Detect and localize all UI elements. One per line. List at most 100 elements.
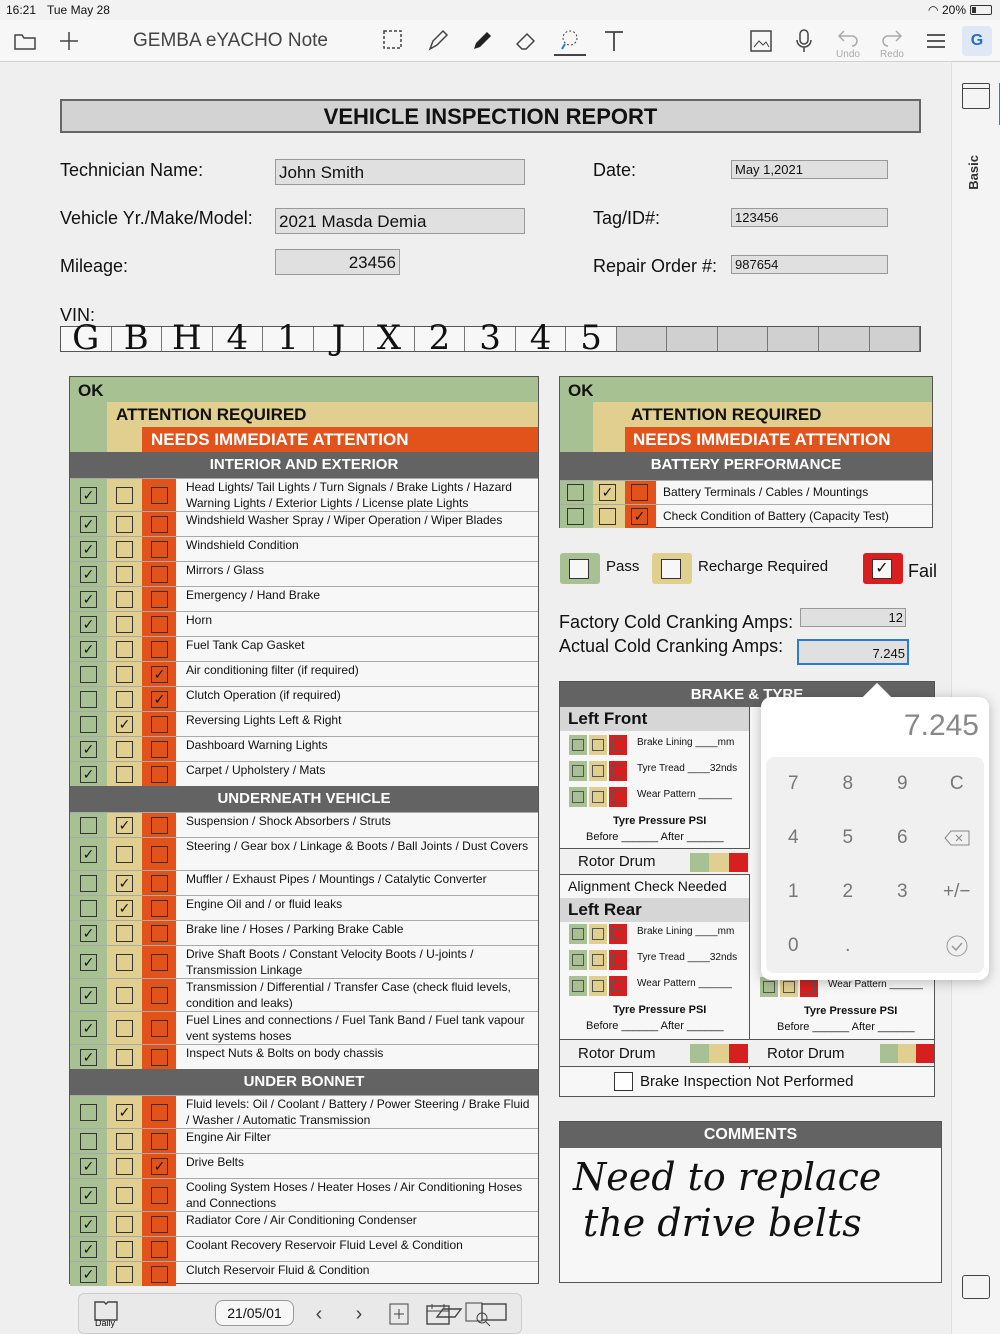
keypad-key[interactable]: 7 — [766, 757, 821, 811]
ok-checkbox[interactable]: ✓ — [80, 1157, 97, 1175]
keypad-key[interactable]: 2 — [821, 865, 876, 919]
ok-checkbox[interactable]: ✓ — [80, 1048, 97, 1066]
vin-box[interactable] — [667, 327, 718, 351]
pass-swatch[interactable] — [560, 553, 600, 584]
vin-box[interactable]: X — [364, 321, 415, 355]
attention-checkbox[interactable] — [116, 1132, 133, 1150]
mileage-field[interactable]: 23456 — [275, 249, 400, 275]
immediate-checkbox[interactable] — [151, 615, 168, 633]
immediate-checkbox[interactable]: ✓ — [631, 508, 648, 525]
fail-checkbox-checked[interactable]: ✓ — [872, 559, 892, 579]
immediate-checkbox[interactable] — [151, 1215, 168, 1233]
recharge-swatch[interactable] — [652, 553, 692, 584]
vin-box[interactable]: 5 — [566, 321, 617, 355]
pen-icon[interactable] — [466, 26, 498, 56]
rear-wear-swatch[interactable] — [609, 976, 627, 996]
attention-checkbox[interactable] — [116, 665, 133, 683]
app-logo-icon[interactable]: G — [962, 26, 992, 56]
add-icon[interactable] — [53, 26, 85, 56]
immediate-checkbox[interactable]: ✓ — [151, 665, 168, 683]
front-lining-swatch[interactable] — [589, 735, 607, 755]
attention-checkbox[interactable] — [116, 540, 133, 558]
ok-checkbox[interactable] — [80, 874, 97, 892]
attention-checkbox[interactable] — [116, 1186, 133, 1204]
rear-rotor-boxes[interactable] — [690, 1044, 748, 1063]
keypad-key[interactable]: 1 — [766, 865, 821, 919]
ok-checkbox[interactable] — [80, 690, 97, 708]
attention-checkbox[interactable] — [116, 615, 133, 633]
immediate-checkbox[interactable] — [151, 1103, 168, 1121]
immediate-checkbox[interactable] — [151, 540, 168, 558]
attention-checkbox[interactable] — [116, 953, 133, 971]
ok-checkbox[interactable]: ✓ — [80, 953, 97, 971]
immediate-checkbox[interactable] — [151, 1265, 168, 1283]
attention-checkbox[interactable] — [116, 1215, 133, 1233]
add-page-icon[interactable] — [384, 1300, 414, 1328]
ok-checkbox[interactable]: ✓ — [80, 540, 97, 558]
keypad-key[interactable]: 4 — [766, 811, 821, 865]
front-rotor-boxes[interactable] — [690, 853, 748, 872]
attention-checkbox[interactable] — [116, 1019, 133, 1037]
attention-checkbox[interactable]: ✓ — [599, 484, 616, 501]
keypad-key[interactable]: 9 — [875, 757, 930, 811]
ok-checkbox[interactable] — [567, 484, 584, 501]
ok-checkbox[interactable]: ✓ — [80, 565, 97, 583]
attention-checkbox[interactable]: ✓ — [116, 816, 133, 834]
vin-box[interactable]: H — [162, 321, 213, 355]
backspace-key[interactable] — [930, 811, 985, 865]
right-rear-wear-swatch[interactable] — [760, 977, 778, 997]
immediate-checkbox[interactable] — [151, 1048, 168, 1066]
lasso-select-icon[interactable] — [378, 26, 410, 56]
immediate-checkbox[interactable] — [151, 845, 168, 863]
immediate-checkbox[interactable] — [151, 924, 168, 942]
attention-checkbox[interactable] — [116, 1240, 133, 1258]
keypad-key[interactable]: +/− — [930, 865, 985, 919]
attention-checkbox[interactable]: ✓ — [116, 874, 133, 892]
pass-checkbox[interactable] — [569, 559, 589, 579]
immediate-checkbox[interactable] — [151, 715, 168, 733]
toolbox-settings-icon[interactable] — [962, 1275, 990, 1299]
immediate-checkbox[interactable] — [151, 899, 168, 917]
immediate-checkbox[interactable] — [151, 874, 168, 892]
keypad-key[interactable]: 0 — [766, 919, 821, 973]
ok-checkbox[interactable]: ✓ — [80, 1240, 97, 1258]
front-lining-swatch[interactable] — [609, 735, 627, 755]
front-wear-swatch[interactable] — [569, 787, 587, 807]
rear-tread-swatch[interactable] — [569, 950, 587, 970]
vin-box[interactable]: 4 — [515, 321, 567, 355]
attention-checkbox[interactable] — [599, 508, 616, 525]
front-lining-swatch[interactable] — [569, 735, 587, 755]
attention-checkbox[interactable] — [116, 690, 133, 708]
vin-boxes[interactable]: GBH41JX2345 — [60, 321, 921, 355]
attention-checkbox[interactable] — [116, 1265, 133, 1283]
vin-box[interactable] — [818, 327, 870, 351]
ok-checkbox[interactable]: ✓ — [80, 640, 97, 658]
immediate-checkbox[interactable] — [631, 484, 648, 501]
immediate-checkbox[interactable] — [151, 953, 168, 971]
vin-box[interactable]: G — [61, 321, 112, 355]
immediate-checkbox[interactable] — [151, 515, 168, 533]
ok-checkbox[interactable] — [80, 816, 97, 834]
attention-checkbox[interactable]: ✓ — [116, 1103, 133, 1121]
page-settings-icon[interactable] — [962, 83, 990, 109]
recharge-checkbox[interactable] — [661, 559, 681, 579]
ok-checkbox[interactable]: ✓ — [80, 486, 97, 504]
immediate-checkbox[interactable] — [151, 765, 168, 783]
attention-checkbox[interactable] — [116, 590, 133, 608]
keypad-key[interactable]: 3 — [875, 865, 930, 919]
repair-order-field[interactable]: 987654 — [731, 255, 888, 274]
attention-checkbox[interactable] — [116, 845, 133, 863]
rear-wear-swatch[interactable] — [589, 976, 607, 996]
vin-box[interactable]: J — [313, 321, 365, 355]
rear-wear-swatch[interactable] — [569, 976, 587, 996]
redo-icon[interactable] — [876, 22, 908, 52]
lasso-icon[interactable] — [554, 26, 586, 56]
rear-lining-swatch[interactable] — [609, 924, 627, 944]
attention-checkbox[interactable] — [116, 486, 133, 504]
ok-checkbox[interactable]: ✓ — [80, 765, 97, 783]
date-field[interactable]: May 1,2021 — [731, 160, 888, 179]
immediate-checkbox[interactable]: ✓ — [151, 1157, 168, 1175]
right-rear-wear-swatch[interactable] — [780, 977, 798, 997]
ok-checkbox[interactable]: ✓ — [80, 986, 97, 1004]
attention-checkbox[interactable]: ✓ — [116, 899, 133, 917]
